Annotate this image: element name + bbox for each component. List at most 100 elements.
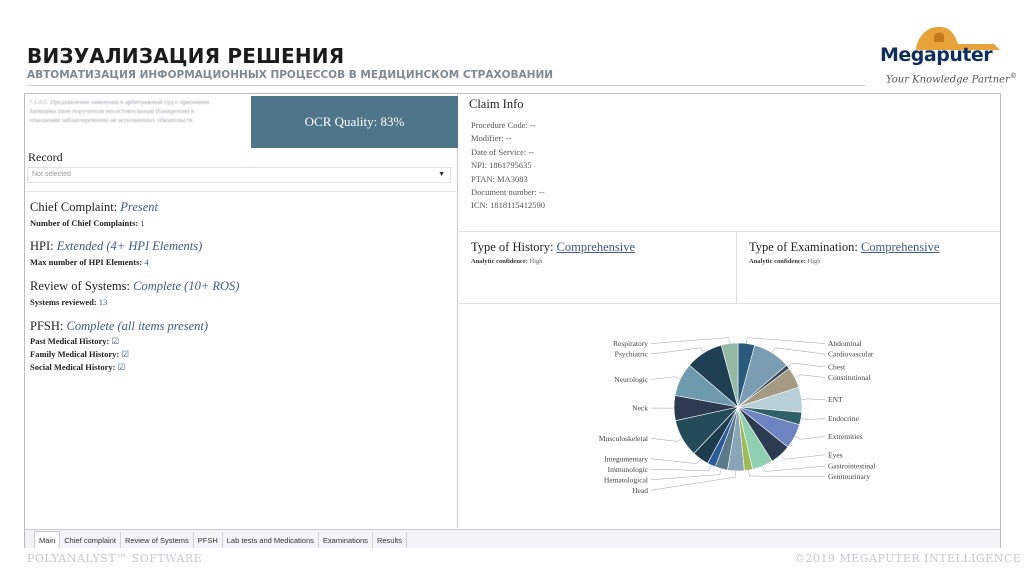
claim-field: NPI: 1861795635 [471, 160, 532, 171]
hpi-elements-count: 4 [144, 257, 149, 267]
pfsh-label: PFSH: [30, 319, 64, 333]
pfsh-item: Social Medical History: ☑ [30, 362, 208, 373]
pie-label: Abdominal [828, 339, 862, 348]
tab-lab-tests-and-medications[interactable]: Lab tests and Medications [223, 532, 319, 548]
examination-confidence: Analytic confidence: High [749, 258, 821, 265]
pie-label: Endocrine [828, 414, 859, 423]
chief-complaint-label: Chief Complaint: [30, 200, 118, 214]
tab-examinations[interactable]: Examinations [319, 532, 373, 548]
pie-label: Genitourinary [828, 472, 870, 481]
pie-label: Musculoskeletal [599, 434, 648, 443]
pie-leader-line [746, 337, 826, 344]
type-of-examination-label: Type of Examination: [749, 240, 858, 254]
type-of-examination-link[interactable]: Comprehensive [861, 240, 939, 254]
pie-leader-line [650, 438, 683, 442]
divider [736, 231, 737, 303]
tab-results[interactable]: Results [373, 532, 407, 548]
record-select-value: Not selected [32, 171, 71, 178]
tab-main[interactable]: Main [34, 531, 61, 548]
chief-complaint-count: 1 [140, 218, 145, 228]
pie-leader-line [650, 347, 705, 355]
checkbox-icon[interactable]: ☑ [121, 349, 129, 359]
ros-value: Complete (10+ ROS) [133, 279, 240, 293]
claim-field: PTAN: MA3083 [471, 173, 528, 184]
pie-leader-line [794, 436, 826, 440]
divider [25, 191, 458, 192]
pie-leader-line [787, 362, 826, 368]
review-of-systems-section: Review of Systems: Complete (10+ ROS) Sy… [30, 279, 239, 307]
pie-label: Psychiatric [615, 350, 649, 359]
logo-trademark: ® [1009, 72, 1017, 80]
tab-chief-complaint[interactable]: Chief complaint [60, 532, 121, 548]
title-divider [27, 85, 865, 86]
chevron-down-icon: ▼ [438, 171, 445, 178]
confidence-label: Analytic confidence: [749, 258, 806, 265]
footer-software: POLYANALYST™ SOFTWARE [27, 552, 203, 565]
record-pane: 7.1.0.5. Предъявление заявления в арбитр… [25, 94, 458, 528]
ocr-quality-panel: OCR Quality: 83% [251, 96, 458, 148]
pie-leader-line [650, 458, 701, 464]
slide-subtitle: АВТОМАТИЗАЦИЯ ИНФОРМАЦИОННЫХ ПРОЦЕССОВ В… [27, 69, 554, 81]
pie-label: Head [632, 486, 648, 495]
chief-complaint-section: Chief Complaint: Present Number of Chief… [30, 200, 158, 228]
pfsh-item-label: Past Medical History: [30, 336, 110, 346]
type-of-examination: Type of Examination: Comprehensive [749, 240, 939, 255]
pie-leader-line [650, 468, 722, 481]
pfsh-section: PFSH: Complete (all items present) Past … [30, 319, 208, 373]
confidence-label: Analytic confidence: [471, 258, 528, 265]
chief-complaint-count-label: Number of Chief Complaints: [30, 218, 139, 228]
chief-complaint-value: Present [120, 200, 159, 214]
pie-label: Neck [632, 404, 648, 413]
app-window: 7.1.0.5. Предъявление заявления в арбитр… [24, 93, 1001, 548]
record-select[interactable]: Not selected ▼ [27, 167, 451, 183]
type-of-history-link[interactable]: Comprehensive [557, 240, 635, 254]
ros-reviewed-label: Systems reviewed: [30, 297, 97, 307]
checkbox-icon[interactable]: ☑ [118, 362, 126, 372]
hpi-label: HPI: [30, 239, 54, 253]
logo-tagline: Your Knowledge Partner [886, 74, 1010, 86]
tab-pfsh[interactable]: PFSH [194, 532, 223, 548]
divider [459, 231, 1000, 232]
hpi-section: HPI: Extended (4+ HPI Elements) Max numb… [30, 239, 202, 267]
record-label: Record [28, 150, 63, 164]
pie-label: ENT [828, 395, 843, 404]
pie-label: Gastrointestinal [828, 462, 876, 471]
tab-bar: Main Chief complaint Review of Systems PFSH… [25, 529, 1000, 548]
pie-leader-line [794, 374, 826, 378]
pie-leader-line [780, 454, 826, 460]
pfsh-item: Past Medical History: ☑ [30, 336, 208, 347]
confidence-value: High [529, 258, 543, 265]
claim-field: Date of Service: -- [471, 146, 535, 157]
claim-field: Procedure Code: -- [471, 120, 536, 130]
claim-pane: Claim Info Procedure Code: -- Modifier: … [459, 94, 1000, 528]
pie-leader-line [650, 470, 737, 491]
pie-leader-line [762, 465, 826, 472]
review-of-systems-pie-chart: Abdominal Cardiovascular Chest Constitution… [599, 337, 876, 495]
claim-field: Document number: -- [471, 187, 545, 198]
pie-leader-line [650, 465, 712, 471]
hpi-elements-label: Max number of HPI Elements: [30, 257, 143, 267]
type-of-history: Type of History: Comprehensive [471, 240, 635, 255]
pie-label: Eyes [828, 450, 843, 459]
pie-label: Chest [828, 362, 846, 371]
ros-reviewed-count: 13 [98, 297, 108, 307]
pie-label: Neurologic [614, 375, 648, 384]
pie-leader-line [800, 418, 826, 420]
pie-label: Constitutional [828, 373, 871, 382]
pfsh-item-label: Social Medical History: [30, 362, 116, 372]
hpi-value: Extended (4+ HPI Elements) [56, 239, 203, 253]
slide-title: ВИЗУАЛИЗАЦИЯ РЕШЕНИЯ [27, 44, 345, 68]
history-confidence: Analytic confidence: High [471, 258, 543, 265]
pie-label: Respiratory [613, 339, 648, 348]
scanned-document-thumbnail[interactable]: 7.1.0.5. Предъявление заявления в арбитр… [29, 98, 249, 148]
checkbox-icon[interactable]: ☑ [111, 336, 119, 346]
claim-info-title: Claim Info [469, 97, 524, 111]
logo-wordmark: Megaputer [880, 44, 993, 66]
type-of-history-label: Type of History: [471, 240, 554, 254]
pfsh-item-label: Family Medical History: [30, 349, 120, 359]
tab-review-of-systems[interactable]: Review of Systems [121, 532, 194, 548]
claim-field: ICN: 1818115412590 [471, 200, 546, 211]
confidence-value: High [807, 258, 821, 265]
claim-info-fields: Procedure Code: -- Modifier: -- Date of … [471, 119, 545, 213]
pie-label: Hematological [604, 475, 648, 484]
